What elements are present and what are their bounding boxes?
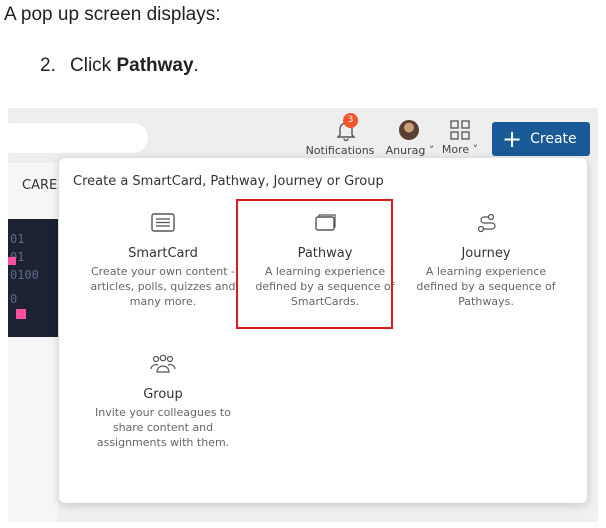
option-group[interactable]: Group Invite your colleagues to share co… [84,351,242,450]
grid-icon [450,120,470,140]
search-input[interactable] [8,123,148,153]
plus-icon: + [502,125,523,153]
notifications-label: Notifications [305,144,375,157]
desc-line: articles, polls, quizzes and [90,280,236,293]
thumb-text-3: 0100 [10,268,39,282]
thumb-accent [16,309,26,319]
desc-line: A learning experience [425,265,547,278]
option-title: Journey [461,246,511,261]
option-smartcard[interactable]: SmartCard Create your own content - arti… [84,210,242,309]
step-number: 2. [40,55,56,76]
option-description: Invite your colleagues to share content … [84,405,242,450]
instruction-intro: A pop up screen displays: [4,4,221,25]
group-icon [150,354,176,373]
option-title: SmartCard [128,246,198,261]
option-description: Create your own content - articles, poll… [84,264,242,309]
content-thumbnail: 01 01 0100 0 [8,219,58,337]
notification-count-badge: 3 [343,113,358,128]
thumb-text-1: 01 [10,232,25,246]
more-menu-button[interactable]: More ˅ [440,114,480,156]
option-title: Group [143,387,183,402]
page-background [58,508,598,522]
desc-line: share content and [112,421,214,434]
user-menu-label: Anurag ˅ [385,144,435,157]
more-menu-label: More ˅ [441,143,479,156]
pathway-highlight-box [236,199,393,329]
desc-line: Create your own content - [90,265,236,278]
step-suffix: . [193,55,199,76]
page-background [8,163,58,522]
desc-line: assignments with them. [96,436,230,449]
instruction-step: 2. Click Pathway. [40,55,199,77]
smartcard-icon [151,213,175,232]
popup-title: Create a SmartCard, Pathway, Journey or … [73,174,384,189]
tab-career-partial[interactable]: CARE [22,178,57,193]
step-bold-target: Pathway [116,55,194,76]
step-prefix: Click [70,55,117,76]
journey-icon [477,213,496,233]
avatar [399,120,419,140]
desc-line: Pathways. [458,295,514,308]
desc-line: defined by a sequence of [416,280,556,293]
desc-line: many more. [129,295,197,308]
top-bar: Notifications 3 Anurag ˅ More ˅ + Create [8,108,598,163]
desc-line: Invite your colleagues to [95,406,231,419]
thumb-text-4: 0 [10,292,18,306]
option-description: A learning experience defined by a seque… [407,264,565,309]
create-button[interactable]: + Create [492,122,590,156]
option-journey[interactable]: Journey A learning experience defined by… [407,210,565,309]
thumb-accent [8,257,16,265]
create-button-label: Create [530,131,577,147]
